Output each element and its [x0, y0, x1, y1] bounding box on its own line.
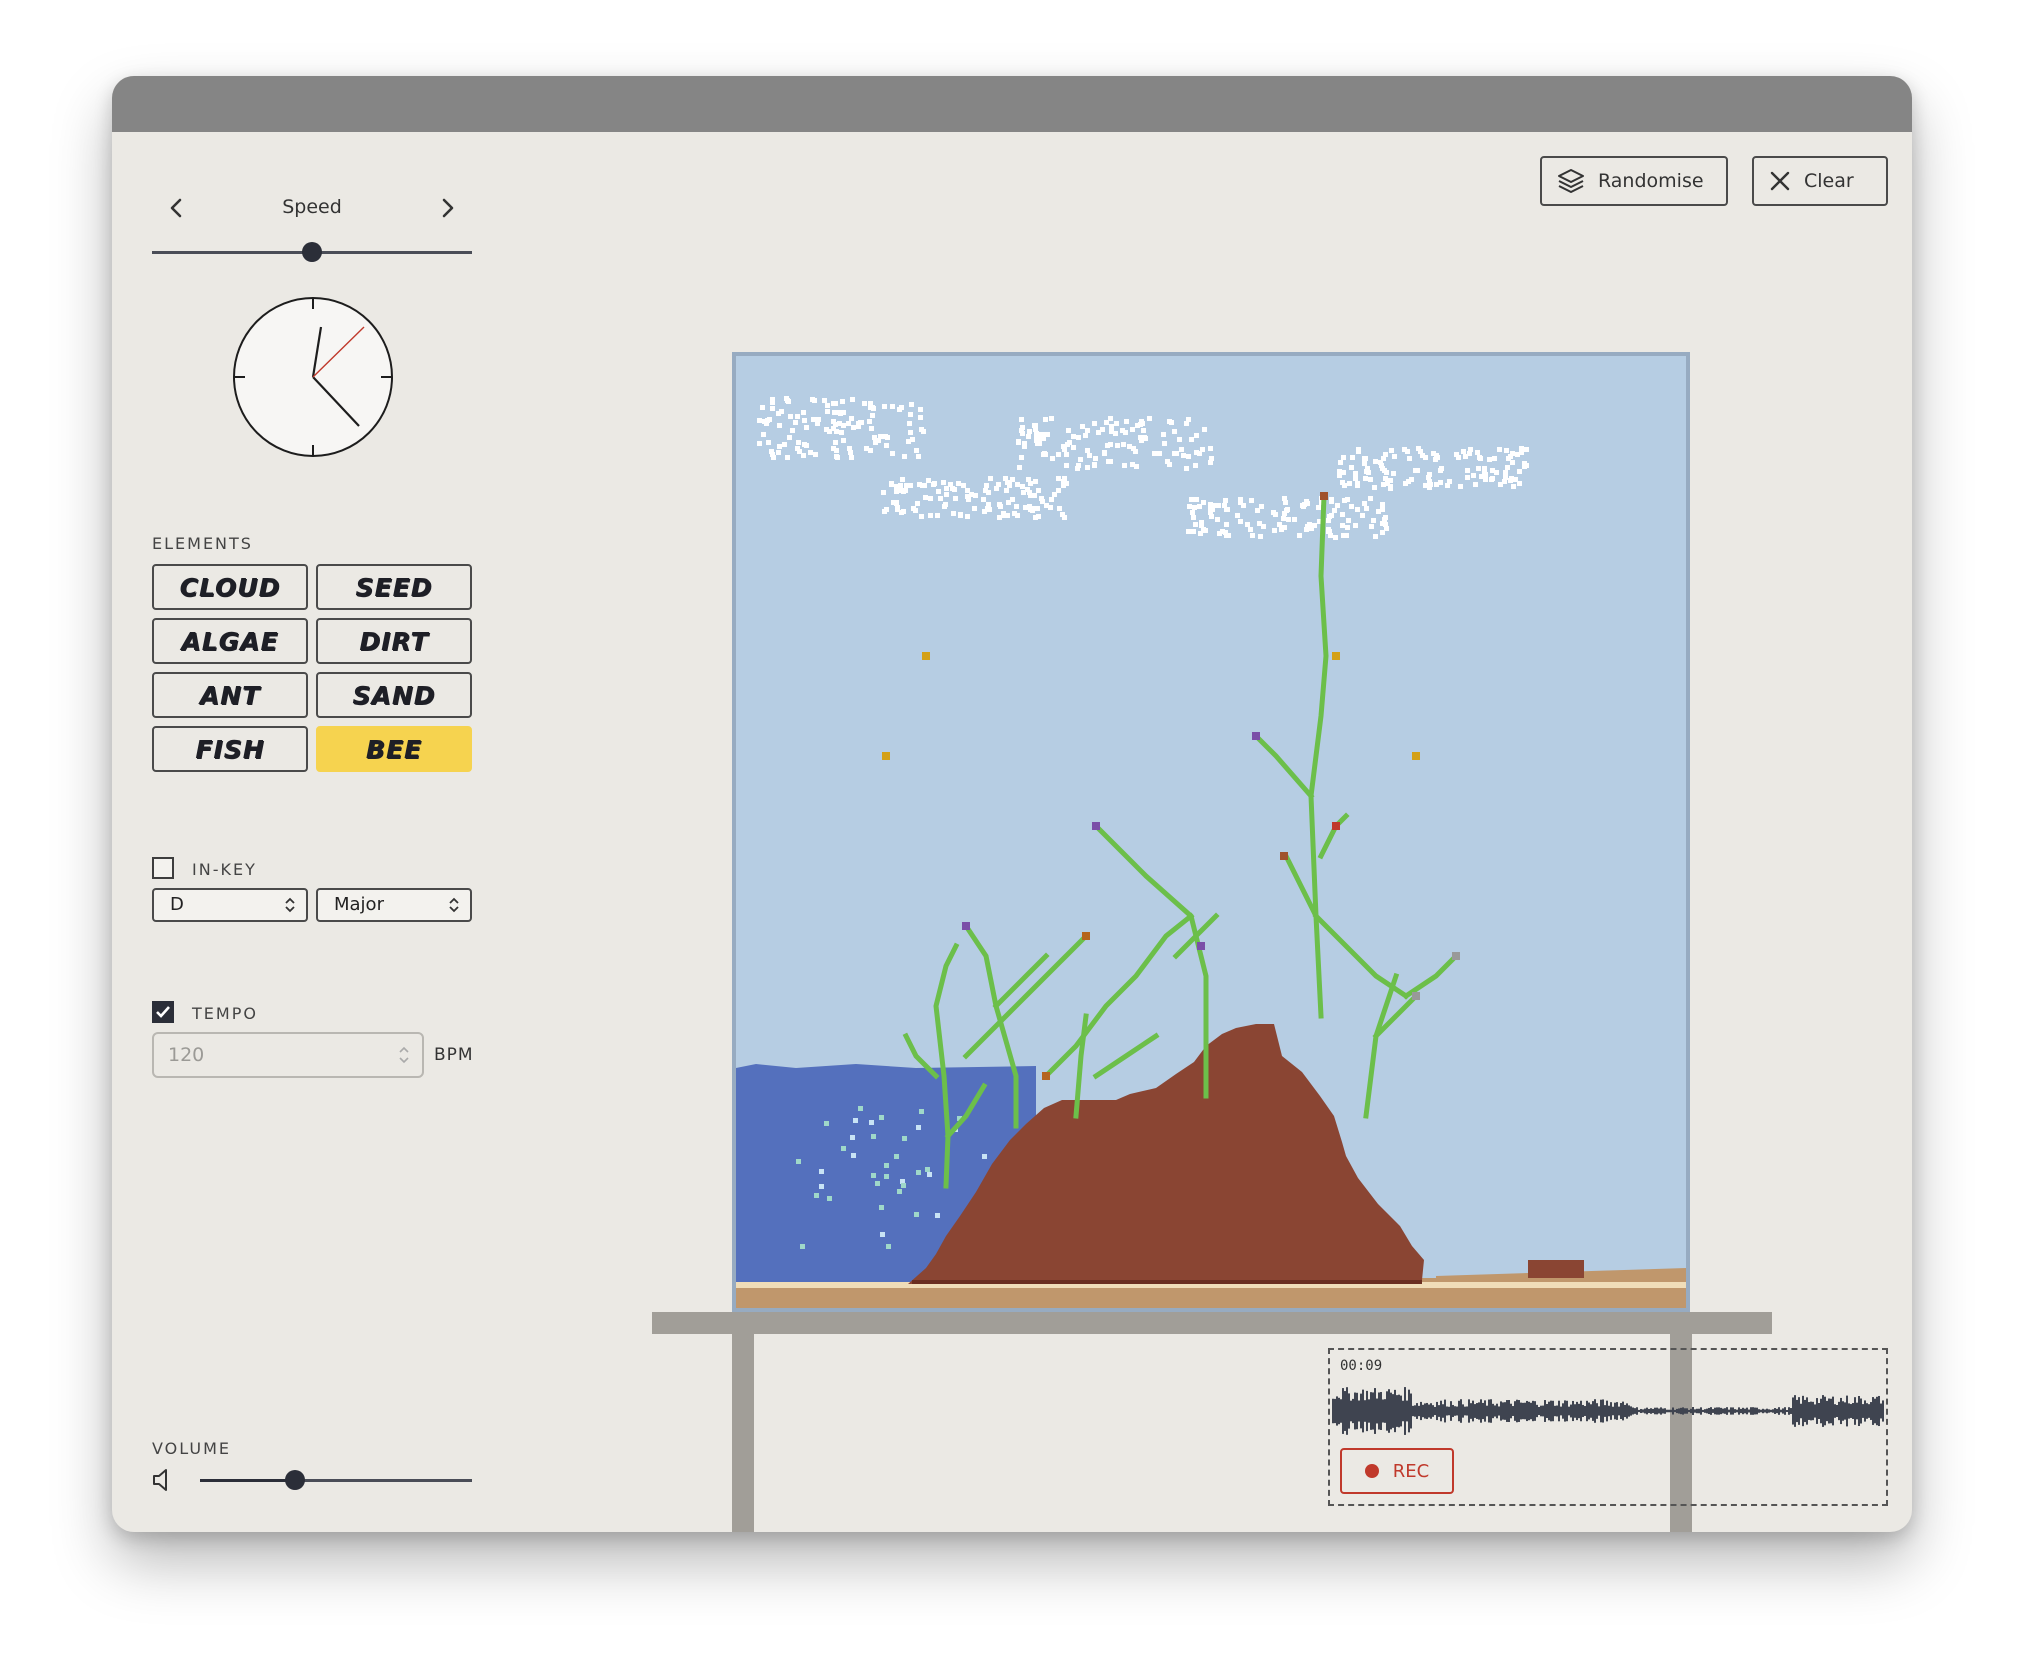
element-fish-button[interactable]: FISH	[152, 726, 308, 772]
key-select[interactable]: D	[152, 888, 308, 922]
rec-button[interactable]: REC	[1340, 1448, 1454, 1494]
layers-icon	[1558, 169, 1584, 193]
element-dirt-button[interactable]: DIRT	[316, 618, 472, 664]
rec-label: REC	[1392, 1460, 1430, 1482]
element-ant-button[interactable]: ANT	[152, 672, 308, 718]
recording-time: 00:09	[1340, 1358, 1383, 1374]
mode-select[interactable]: Major	[316, 888, 472, 922]
updown-caret-icon	[285, 897, 295, 913]
element-bee-button[interactable]: BEE	[316, 726, 472, 772]
close-icon	[1770, 171, 1790, 191]
spinner-icon[interactable]	[398, 1045, 410, 1065]
randomise-label: Randomise	[1598, 170, 1704, 192]
tempo-value: 120	[168, 1044, 205, 1066]
updown-caret-icon	[449, 897, 459, 913]
dirt-edge	[912, 1280, 1422, 1284]
table-top	[652, 1312, 1772, 1334]
mode-select-value: Major	[334, 894, 384, 915]
key-select-value: D	[170, 894, 184, 915]
recorder-panel: 00:09 REC	[1328, 1348, 1888, 1506]
in-key-label: IN-KEY	[192, 860, 257, 879]
speaker-icon[interactable]	[152, 1468, 174, 1492]
randomise-button[interactable]: Randomise	[1540, 156, 1728, 206]
elements-grid: CLOUD SEED ALGAE DIRT ANT SAND FISH BEE	[152, 564, 472, 772]
checkmark-icon	[156, 1006, 170, 1018]
chevron-right-icon[interactable]	[434, 194, 462, 222]
volume-slider-fill	[200, 1479, 296, 1482]
waveform	[1332, 1387, 1884, 1435]
element-algae-button[interactable]: ALGAE	[152, 618, 308, 664]
clock-icon	[233, 297, 393, 457]
element-seed-button[interactable]: SEED	[316, 564, 472, 610]
element-cloud-button[interactable]: CLOUD	[152, 564, 308, 610]
in-key-checkbox[interactable]	[152, 857, 174, 879]
title-bar	[112, 76, 1912, 132]
app-window: Speed ELEMENTS CLOUD SEED ALGAE DIRT ANT…	[112, 76, 1912, 1532]
tempo-input[interactable]: 120	[152, 1032, 424, 1078]
clear-label: Clear	[1804, 170, 1854, 192]
volume-slider[interactable]	[200, 1468, 472, 1492]
speed-slider-thumb[interactable]	[302, 242, 322, 262]
clear-button[interactable]: Clear	[1752, 156, 1888, 206]
simulation-canvas[interactable]	[732, 352, 1690, 1312]
speed-control: Speed	[152, 188, 472, 228]
bpm-label: BPM	[434, 1045, 474, 1065]
volume-slider-thumb[interactable]	[285, 1470, 306, 1490]
table-leg-left	[732, 1334, 754, 1532]
elements-label: ELEMENTS	[152, 534, 253, 553]
record-dot-icon	[1364, 1464, 1379, 1478]
tempo-label: TEMPO	[192, 1004, 258, 1023]
speed-slider[interactable]	[152, 240, 472, 264]
tempo-checkbox[interactable]	[152, 1001, 174, 1023]
volume-label: VOLUME	[152, 1439, 231, 1458]
dirt-patch	[1528, 1260, 1584, 1278]
speed-label: Speed	[282, 196, 342, 218]
element-sand-button[interactable]: SAND	[316, 672, 472, 718]
